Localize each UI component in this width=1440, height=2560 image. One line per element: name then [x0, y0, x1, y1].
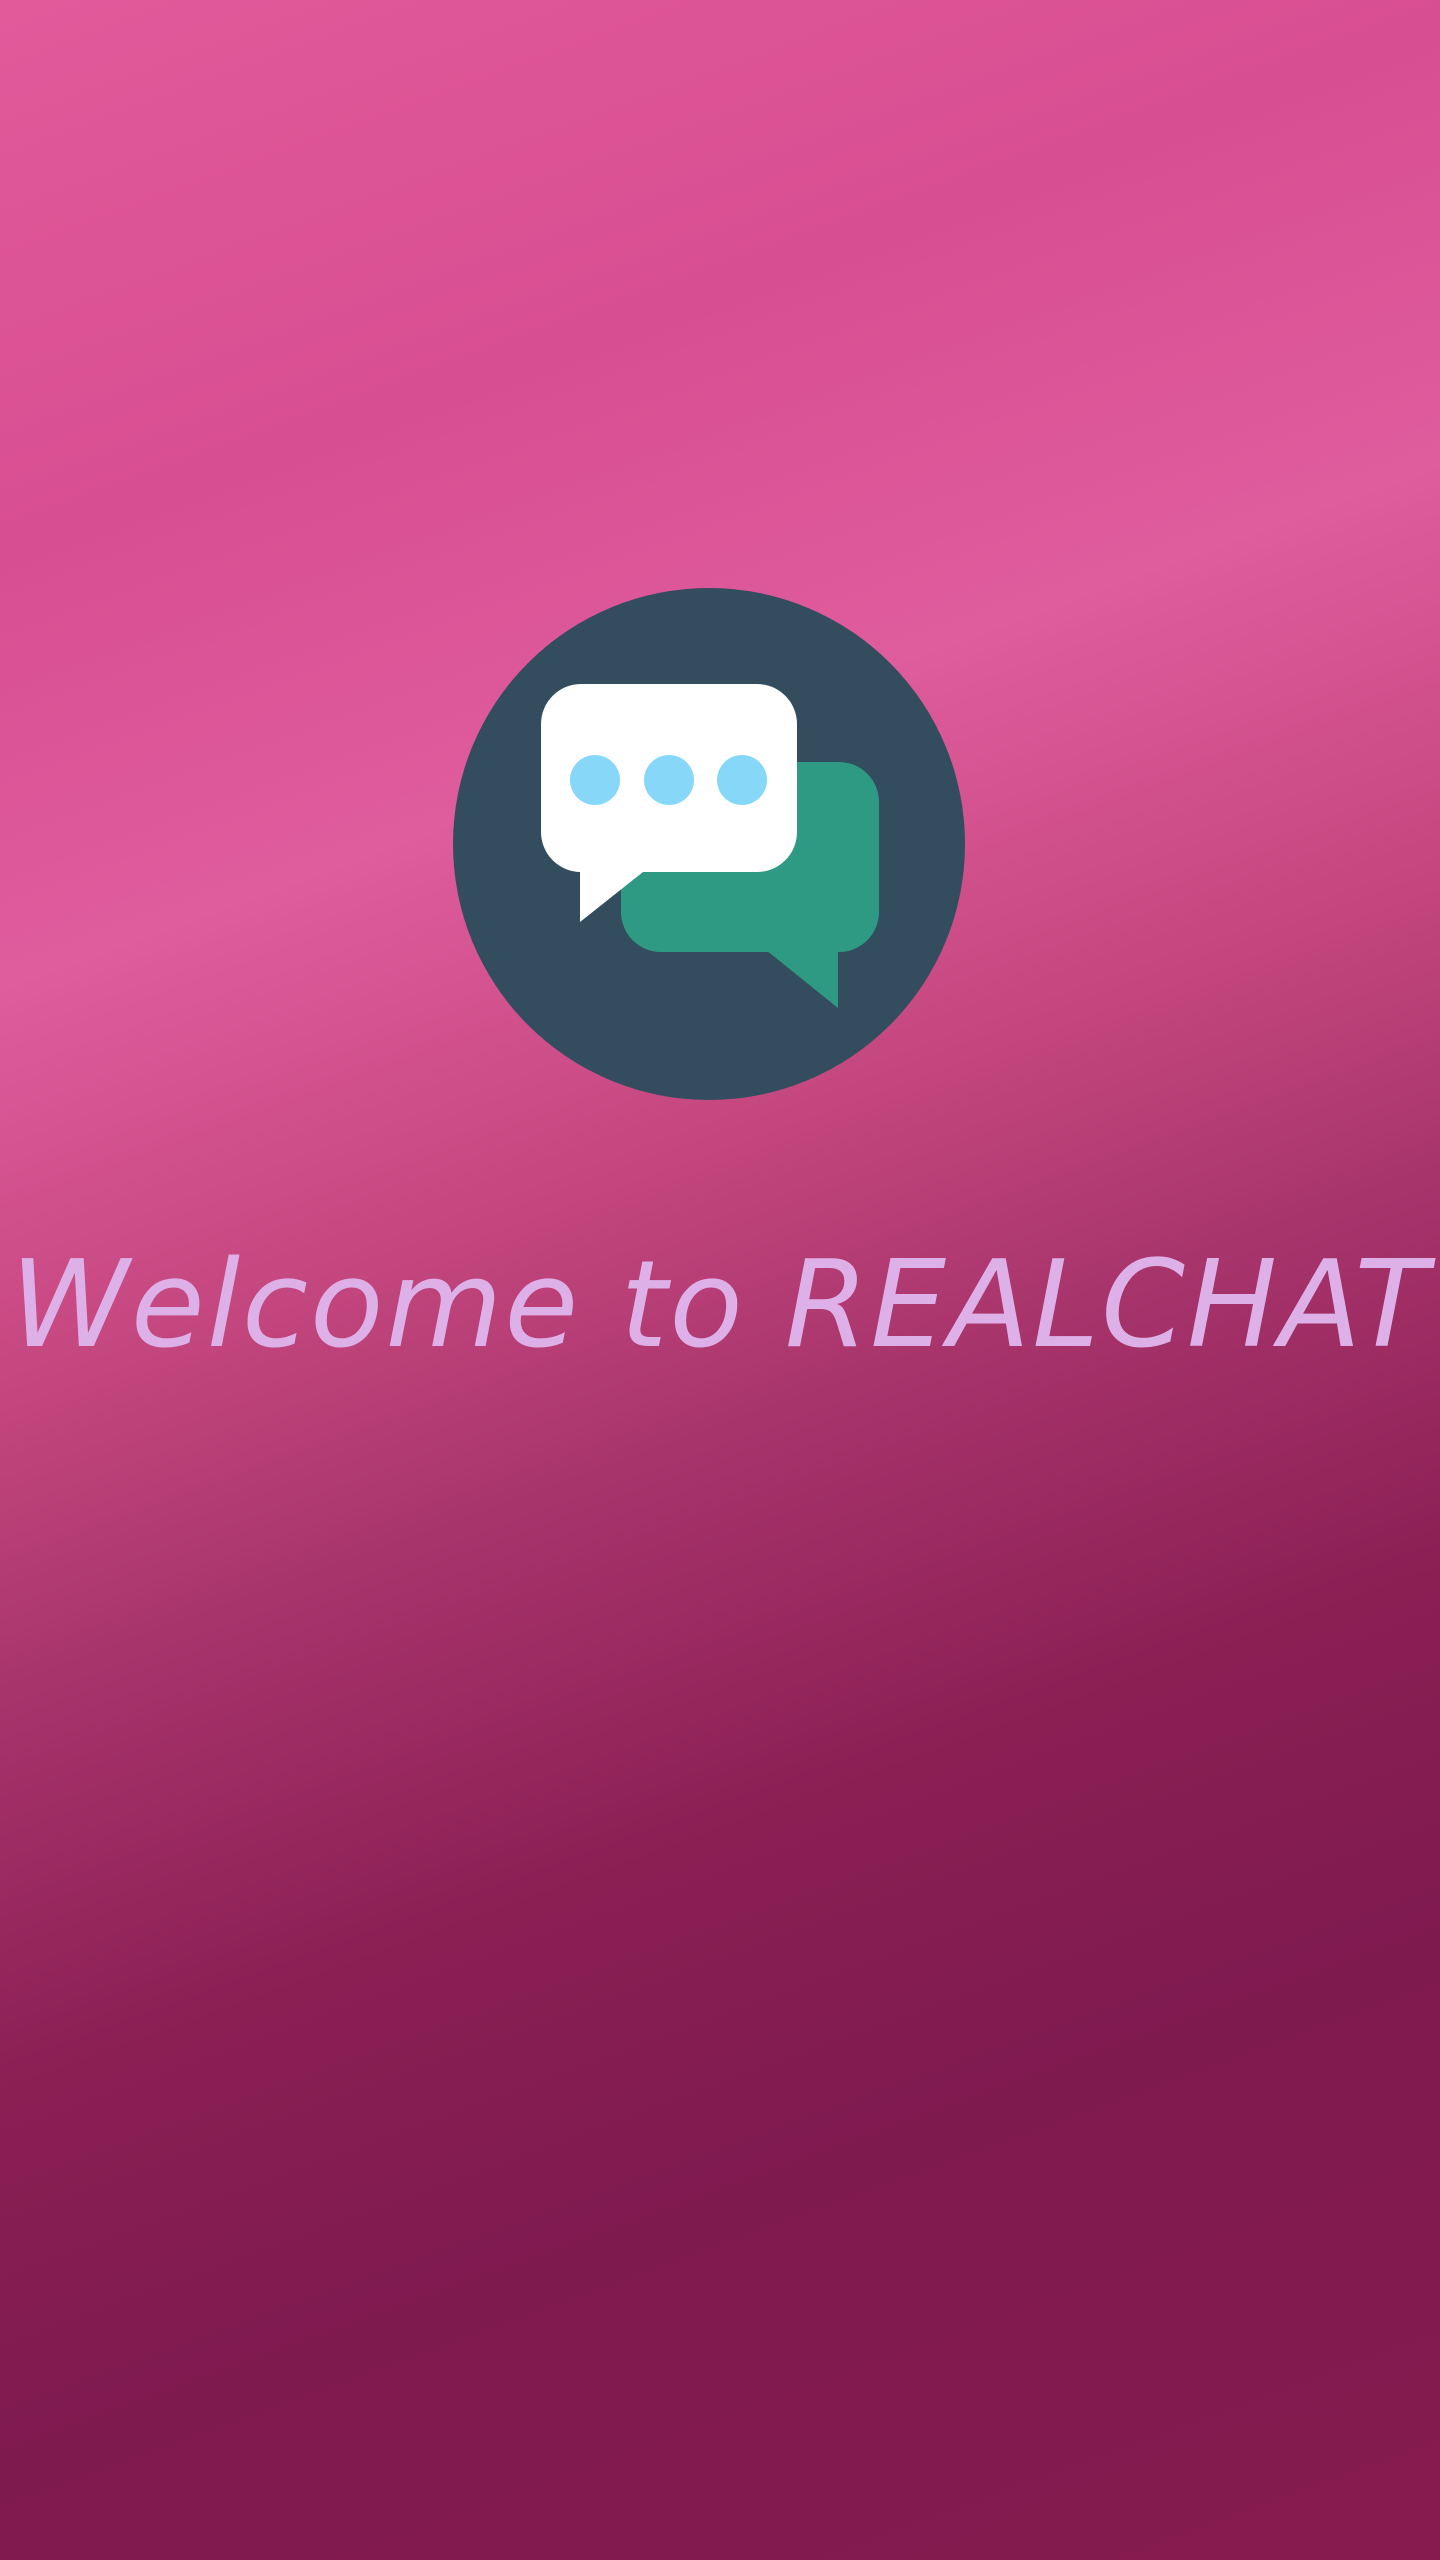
splash-screen: Welcome to REALCHAT [0, 0, 1440, 2560]
chat-bubbles-icon [453, 588, 965, 1100]
typing-dot-1 [570, 755, 620, 805]
app-logo [453, 588, 965, 1100]
welcome-title: Welcome to REALCHAT [10, 1236, 1430, 1375]
typing-dot-3 [717, 755, 767, 805]
typing-dot-2 [644, 755, 694, 805]
